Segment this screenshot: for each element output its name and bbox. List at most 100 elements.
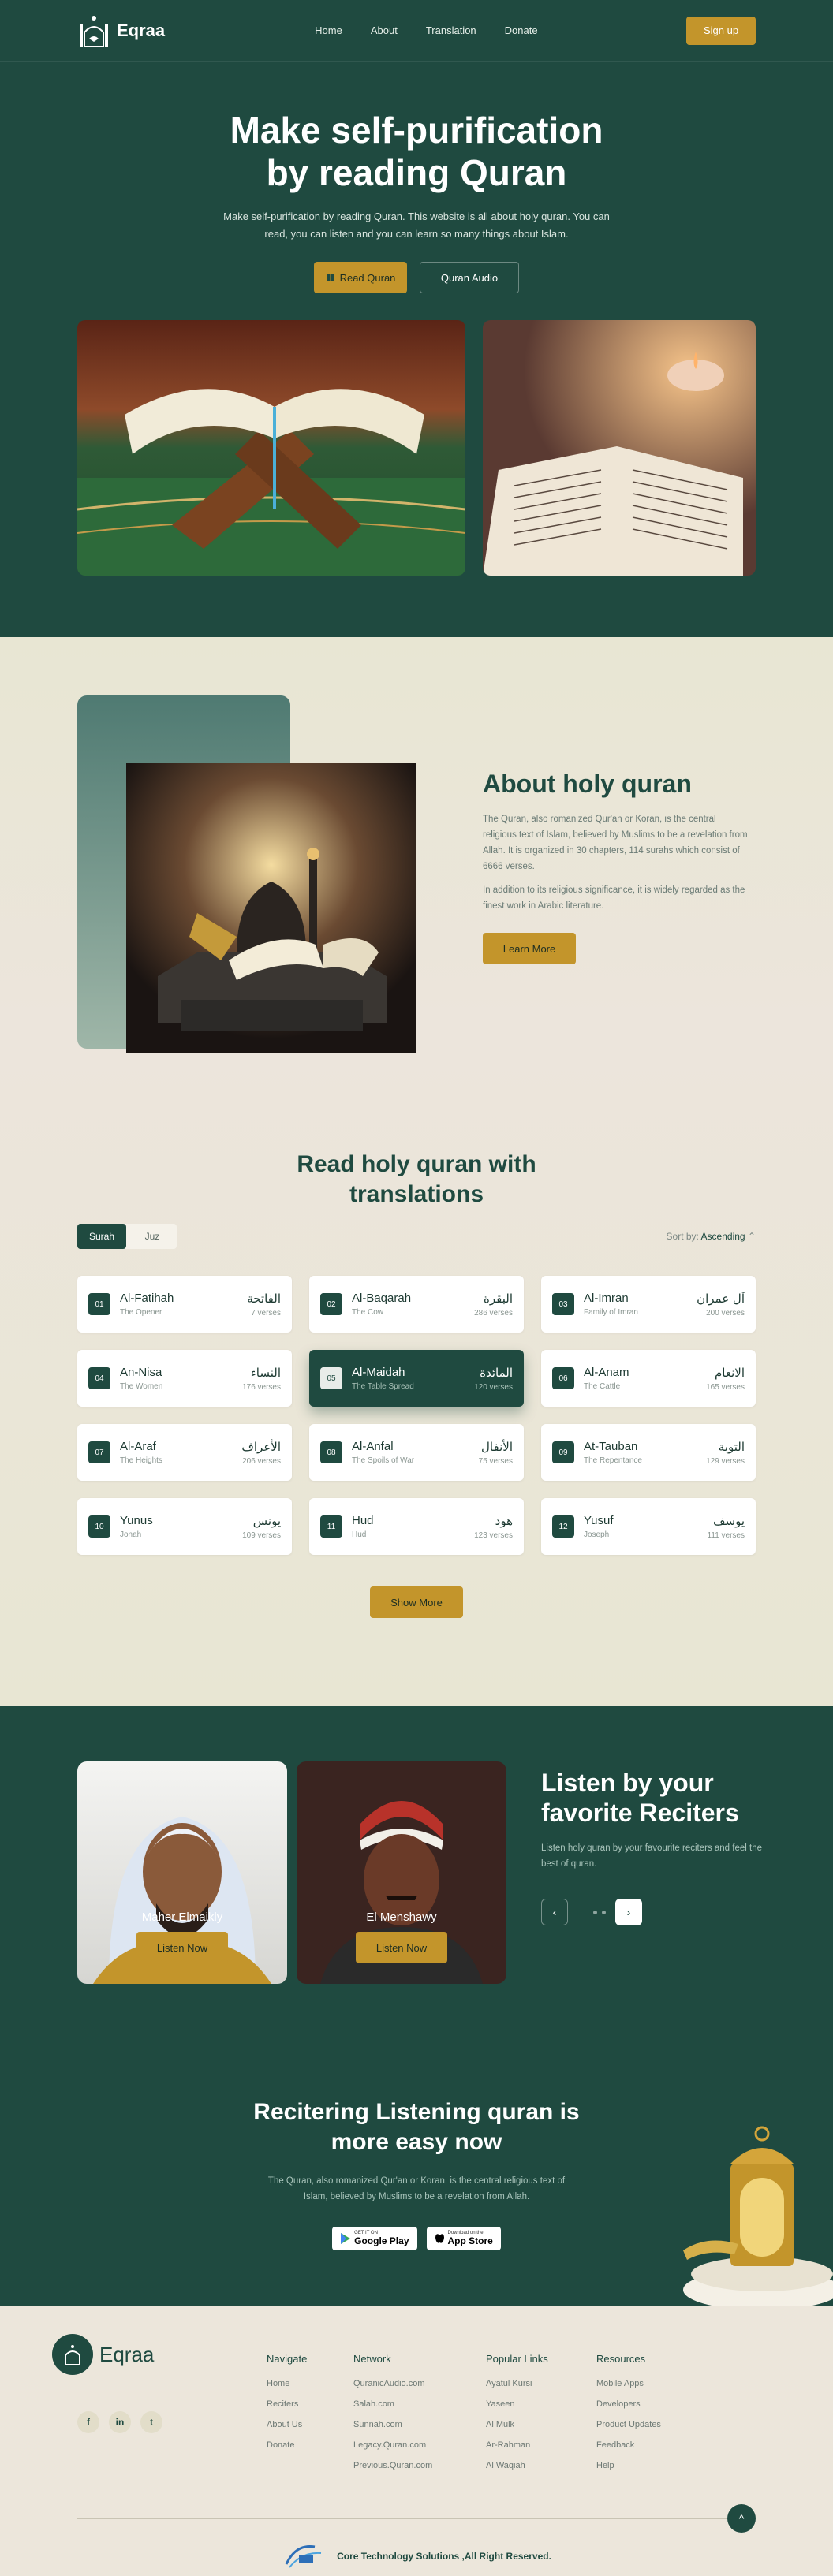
footer-link[interactable]: QuranicAudio.com bbox=[353, 2379, 432, 2388]
hero-images bbox=[0, 320, 833, 576]
surah-card[interactable]: 10 Yunus Jonah يونس 109 verses bbox=[77, 1498, 292, 1555]
top-nav: Eqraa Home About Translation Donate Sign… bbox=[0, 0, 833, 62]
carousel-dot[interactable] bbox=[577, 1910, 588, 1914]
surah-arabic-name: آل عمران bbox=[697, 1291, 745, 1306]
show-more-button[interactable]: Show More bbox=[370, 1586, 463, 1618]
footer-link[interactable]: Sunnah.com bbox=[353, 2420, 432, 2429]
carousel-next-button[interactable]: › bbox=[615, 1899, 642, 1925]
surah-card[interactable]: 07 Al-Araf The Heights الأعراف 206 verses bbox=[77, 1424, 292, 1481]
surah-number: 12 bbox=[552, 1515, 574, 1538]
lantern-illustration bbox=[683, 2126, 833, 2306]
read-quran-button[interactable]: Read Quran bbox=[314, 262, 407, 293]
footer-link[interactable]: Salah.com bbox=[353, 2399, 432, 2409]
carousel-dot[interactable] bbox=[602, 1910, 606, 1914]
surah-meta: هود 123 verses bbox=[474, 1514, 513, 1540]
surah-card[interactable]: 11 Hud Hud هود 123 verses bbox=[309, 1498, 524, 1555]
surah-card[interactable]: 12 Yusuf Joseph يوسف 111 verses bbox=[541, 1498, 756, 1555]
surah-number: 08 bbox=[320, 1441, 342, 1463]
footer-link[interactable]: Help bbox=[596, 2461, 661, 2470]
translations-section: Read holy quran with translations Surah … bbox=[0, 1031, 833, 1706]
about-title: About holy quran bbox=[483, 770, 692, 798]
surah-verse-count: 206 verses bbox=[242, 1456, 281, 1466]
footer-link[interactable]: Yaseen bbox=[486, 2399, 548, 2409]
footer-column-navigate: Navigate Home Reciters About Us Donate bbox=[267, 2353, 307, 2461]
surah-arabic-name: النساء bbox=[250, 1365, 281, 1380]
brand-logo[interactable]: Eqraa bbox=[77, 13, 165, 48]
learn-more-button[interactable]: Learn More bbox=[483, 933, 576, 964]
nav-link-donate[interactable]: Donate bbox=[505, 24, 538, 36]
footer-link[interactable]: Product Updates bbox=[596, 2420, 661, 2429]
footer-column-popular-links: Popular Links Ayatul Kursi Yaseen Al Mulk Ar… bbox=[486, 2353, 548, 2481]
signup-button[interactable]: Sign up bbox=[686, 16, 756, 45]
sort-label: Sort by: bbox=[666, 1231, 699, 1242]
footer-link[interactable]: Previous.Quran.com bbox=[353, 2461, 432, 2470]
sort-dropdown[interactable]: Sort by: Ascending ⌃ bbox=[667, 1231, 756, 1242]
surah-card[interactable]: 09 At-Tauban The Repentance التوبة 129 verse… bbox=[541, 1424, 756, 1481]
surah-number: 02 bbox=[320, 1293, 342, 1315]
listen-now-button[interactable]: Listen Now bbox=[136, 1932, 228, 1963]
surah-meaning: The Table Spread bbox=[352, 1382, 414, 1391]
surah-verse-count: 109 verses bbox=[242, 1530, 281, 1540]
footer-link[interactable]: Feedback bbox=[596, 2440, 661, 2450]
reciter-card[interactable]: Maher Elmaikly Listen Now bbox=[77, 1761, 287, 1984]
footer-link[interactable]: Ayatul Kursi bbox=[486, 2379, 548, 2388]
footer-link[interactable]: Home bbox=[267, 2379, 307, 2388]
reciters-subtitle: Listen holy quran by your favourite reci… bbox=[541, 1843, 762, 1869]
surah-arabic-name: يونس bbox=[252, 1513, 281, 1528]
carousel-prev-button[interactable]: ‹ bbox=[541, 1899, 568, 1925]
facebook-icon[interactable]: f bbox=[77, 2411, 99, 2433]
surah-number: 11 bbox=[320, 1515, 342, 1538]
nav-link-about[interactable]: About bbox=[371, 24, 398, 36]
surah-card[interactable]: 01 Al-Fatihah The Opener الفاتحة 7 verses bbox=[77, 1276, 292, 1333]
scroll-to-top-button[interactable]: ^ bbox=[727, 2504, 756, 2533]
translations-title-line1: Read holy quran with bbox=[297, 1151, 536, 1177]
surah-name: Yusuf bbox=[584, 1514, 614, 1527]
footer-link[interactable]: Ar-Rahman bbox=[486, 2440, 548, 2450]
footer-link[interactable]: Al Mulk bbox=[486, 2420, 548, 2429]
surah-meaning: The Heights bbox=[120, 1456, 162, 1465]
footer-link[interactable]: Mobile Apps bbox=[596, 2379, 661, 2388]
surah-meaning: Family of Imran bbox=[584, 1308, 638, 1317]
carousel-dot[interactable] bbox=[593, 1910, 597, 1914]
footer-column-title: Resources bbox=[596, 2353, 646, 2365]
twitter-icon[interactable]: t bbox=[140, 2411, 162, 2433]
google-play-badge[interactable]: GET IT ON Google Play bbox=[332, 2227, 417, 2250]
reciters-title-line2: favorite Reciters bbox=[541, 1799, 739, 1827]
surah-arabic-name: البقرة bbox=[484, 1291, 513, 1306]
footer-column-network: Network QuranicAudio.com Salah.com Sunnah.c… bbox=[353, 2353, 432, 2481]
app-store-badge[interactable]: Download on the App Store bbox=[426, 2227, 501, 2250]
footer-brand[interactable]: Eqraa bbox=[52, 2334, 154, 2375]
surah-card[interactable]: 04 An-Nisa The Women النساء 176 verses bbox=[77, 1350, 292, 1407]
reciter-name: Maher Elmaikly bbox=[141, 1911, 223, 1924]
surah-card[interactable]: 03 Al-Imran Family of Imran آل عمران 200 ver… bbox=[541, 1276, 756, 1333]
footer-link[interactable]: Legacy.Quran.com bbox=[353, 2440, 432, 2450]
surah-verse-count: 75 verses bbox=[478, 1456, 513, 1466]
reciter-name: El Menshawy bbox=[366, 1911, 437, 1924]
listen-now-button[interactable]: Listen Now bbox=[356, 1932, 447, 1963]
quran-audio-button[interactable]: Quran Audio bbox=[420, 262, 519, 293]
tab-juz[interactable]: Juz bbox=[128, 1224, 177, 1249]
footer-link[interactable]: Reciters bbox=[267, 2399, 307, 2409]
surah-verse-count: 176 verses bbox=[242, 1382, 281, 1392]
footer-link[interactable]: About Us bbox=[267, 2420, 307, 2429]
footer-link[interactable]: Developers bbox=[596, 2399, 661, 2409]
surah-card[interactable]: 06 Al-Anam The Cattle الانعام 165 verses bbox=[541, 1350, 756, 1407]
surah-verse-count: 123 verses bbox=[474, 1530, 513, 1540]
quran-candle-image bbox=[483, 320, 756, 576]
surah-card[interactable]: 05 Al-Maidah The Table Spread المائدة 120 ve… bbox=[309, 1350, 524, 1407]
nav-link-home[interactable]: Home bbox=[315, 24, 342, 36]
surah-meta: الأنفال 75 verses bbox=[479, 1440, 513, 1466]
surah-card[interactable]: 08 Al-Anfal The Spoils of War الأنفال 75 ver… bbox=[309, 1424, 524, 1481]
footer-link[interactable]: Donate bbox=[267, 2440, 307, 2450]
surah-number: 03 bbox=[552, 1293, 574, 1315]
nav-link-translation[interactable]: Translation bbox=[426, 24, 476, 36]
footer-link[interactable]: Al Waqiah bbox=[486, 2461, 548, 2470]
reciter-card[interactable]: El Menshawy Listen Now bbox=[297, 1761, 506, 1984]
linkedin-icon[interactable]: in bbox=[109, 2411, 131, 2433]
sort-value: Ascending bbox=[700, 1231, 745, 1242]
surah-arabic-name: الفاتحة bbox=[247, 1291, 281, 1306]
surah-meaning: The Repentance bbox=[584, 1456, 642, 1465]
surah-meta: التوبة 129 verses bbox=[706, 1440, 745, 1466]
tab-surah[interactable]: Surah bbox=[77, 1224, 126, 1249]
surah-card[interactable]: 02 Al-Baqarah The Cow البقرة 286 verses bbox=[309, 1276, 524, 1333]
